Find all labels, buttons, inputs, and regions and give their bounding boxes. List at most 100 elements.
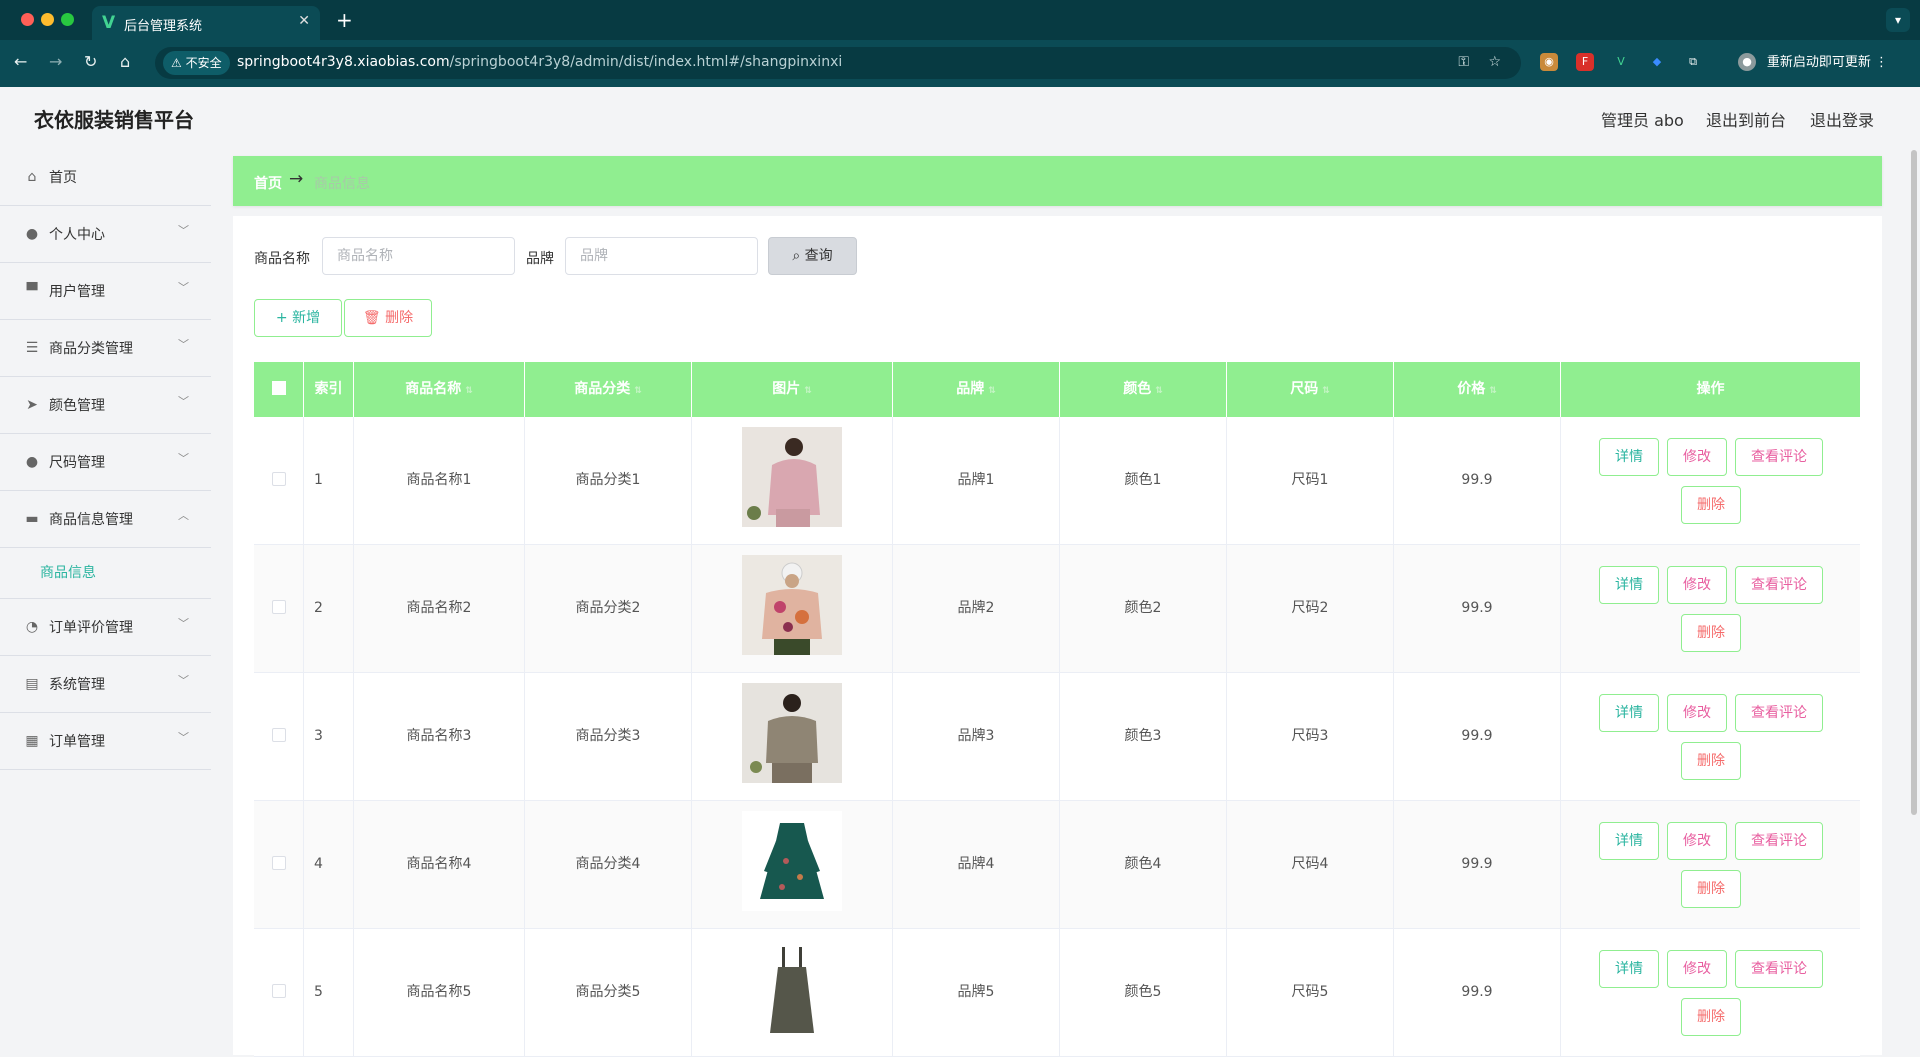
sort-icon[interactable]: ⇅ bbox=[804, 386, 812, 396]
detail-button[interactable]: 详情 bbox=[1599, 566, 1659, 604]
header-color[interactable]: 颜色 ⇅ bbox=[1060, 362, 1227, 417]
product-thumbnail[interactable] bbox=[742, 427, 842, 527]
breadcrumb: 首页 → 商品信息 bbox=[233, 156, 1882, 206]
size-cell: 尺码2 bbox=[1227, 545, 1394, 672]
vue-favicon-icon: V bbox=[102, 13, 116, 33]
row-delete-button[interactable]: 删除 bbox=[1681, 742, 1741, 780]
row-checkbox[interactable] bbox=[271, 727, 286, 742]
sidebar-item-order-management[interactable]: ▦ 订单管理 ﹀ bbox=[0, 713, 211, 770]
select-all-checkbox[interactable] bbox=[271, 380, 286, 395]
header-product-name[interactable]: 商品名称 ⇅ bbox=[354, 362, 525, 417]
price-cell: 99.9 bbox=[1394, 545, 1561, 672]
new-tab-icon[interactable]: + bbox=[336, 8, 353, 32]
batch-delete-button[interactable]: 🗑 删除 bbox=[344, 299, 432, 337]
sidebar-item-personal-center[interactable]: ● 个人中心 ﹀ bbox=[0, 206, 211, 263]
view-reviews-button[interactable]: 查看评论 bbox=[1735, 438, 1823, 476]
tab-search-chevron-icon[interactable]: ▾ bbox=[1886, 8, 1910, 32]
logout-link[interactable]: 退出登录 bbox=[1810, 107, 1874, 131]
extension-diamond-icon[interactable]: ◆ bbox=[1648, 53, 1666, 71]
extensions-puzzle-icon[interactable]: ⧉ bbox=[1684, 53, 1702, 71]
extension-fe-icon[interactable]: F bbox=[1576, 53, 1594, 71]
extension-owl-icon[interactable]: ◉ bbox=[1540, 53, 1558, 71]
row-delete-button[interactable]: 删除 bbox=[1681, 870, 1741, 908]
edit-button[interactable]: 修改 bbox=[1667, 438, 1727, 476]
view-reviews-button[interactable]: 查看评论 bbox=[1735, 950, 1823, 988]
update-button[interactable]: 重新启动即可更新 ⋮ bbox=[1755, 48, 1900, 78]
profile-avatar-icon[interactable]: ● bbox=[1738, 53, 1756, 71]
sort-icon[interactable]: ⇅ bbox=[988, 386, 996, 396]
sidebar-item-system-management[interactable]: ▤ 系统管理 ﹀ bbox=[0, 656, 211, 713]
sidebar-item-label: 个人中心 bbox=[49, 227, 105, 243]
back-arrow-icon[interactable]: ← bbox=[14, 52, 27, 71]
bookmark-star-icon[interactable]: ☆ bbox=[1488, 54, 1501, 70]
header-brand[interactable]: 品牌 ⇅ bbox=[893, 362, 1060, 417]
close-window-button[interactable] bbox=[21, 13, 34, 26]
product-name-cell: 商品名称5 bbox=[354, 929, 525, 1056]
row-delete-button[interactable]: 删除 bbox=[1681, 614, 1741, 652]
view-reviews-button[interactable]: 查看评论 bbox=[1735, 694, 1823, 732]
brand-label: 品牌 bbox=[526, 251, 554, 267]
view-reviews-button[interactable]: 查看评论 bbox=[1735, 822, 1823, 860]
edit-button[interactable]: 修改 bbox=[1667, 566, 1727, 604]
sort-icon[interactable]: ⇅ bbox=[634, 386, 642, 396]
sort-icon[interactable]: ⇅ bbox=[1489, 386, 1497, 396]
row-delete-button[interactable]: 删除 bbox=[1681, 998, 1741, 1036]
chevron-down-icon: ﹀ bbox=[178, 452, 189, 465]
detail-button[interactable]: 详情 bbox=[1599, 950, 1659, 988]
forward-arrow-icon[interactable]: → bbox=[49, 52, 62, 71]
edit-button[interactable]: 修改 bbox=[1667, 694, 1727, 732]
view-reviews-button[interactable]: 查看评论 bbox=[1735, 566, 1823, 604]
header-actions: 操作 bbox=[1561, 362, 1860, 417]
sidebar-item-user-management[interactable]: ▀ 用户管理 ﹀ bbox=[0, 263, 211, 320]
sidebar-item-order-review-management[interactable]: ◔ 订单评价管理 ﹀ bbox=[0, 599, 211, 656]
sidebar-item-home[interactable]: ⌂ 首页 bbox=[0, 149, 211, 206]
product-thumbnail[interactable] bbox=[742, 555, 842, 655]
sort-icon[interactable]: ⇅ bbox=[465, 386, 473, 396]
row-checkbox[interactable] bbox=[271, 471, 286, 486]
detail-button[interactable]: 详情 bbox=[1599, 694, 1659, 732]
not-secure-badge[interactable]: ⚠ 不安全 bbox=[163, 51, 230, 75]
key-icon[interactable]: ⚿ bbox=[1458, 54, 1469, 70]
query-button[interactable]: ⌕ 查询 bbox=[768, 237, 857, 275]
edit-button[interactable]: 修改 bbox=[1667, 950, 1727, 988]
exit-to-front-link[interactable]: 退出到前台 bbox=[1706, 107, 1786, 131]
header-category[interactable]: 商品分类 ⇅ bbox=[525, 362, 692, 417]
row-delete-button[interactable]: 删除 bbox=[1681, 486, 1741, 524]
product-thumbnail[interactable] bbox=[742, 939, 842, 1039]
row-checkbox[interactable] bbox=[271, 983, 286, 998]
sidebar-item-category-management[interactable]: ☰ 商品分类管理 ﹀ bbox=[0, 320, 211, 377]
maximize-window-button[interactable] bbox=[61, 13, 74, 26]
detail-button[interactable]: 详情 bbox=[1599, 822, 1659, 860]
tab-close-icon[interactable]: ✕ bbox=[298, 13, 310, 29]
sort-icon[interactable]: ⇅ bbox=[1322, 386, 1330, 396]
extension-vue-icon[interactable]: V bbox=[1612, 53, 1630, 71]
sidebar-item-color-management[interactable]: ➤ 颜色管理 ﹀ bbox=[0, 377, 211, 434]
browser-tab-active[interactable]: V 后台管理系统 ✕ bbox=[92, 6, 320, 40]
address-bar[interactable]: ⚠ 不安全 springboot4r3y8.xiaobias.com/sprin… bbox=[155, 47, 1521, 79]
row-checkbox[interactable] bbox=[271, 599, 286, 614]
product-name-input[interactable] bbox=[322, 237, 515, 275]
row-checkbox[interactable] bbox=[271, 855, 286, 870]
product-thumbnail[interactable] bbox=[742, 683, 842, 783]
header-price[interactable]: 价格 ⇅ bbox=[1394, 362, 1561, 417]
product-thumbnail[interactable] bbox=[742, 811, 842, 911]
detail-button[interactable]: 详情 bbox=[1599, 438, 1659, 476]
minimize-window-button[interactable] bbox=[41, 13, 54, 26]
header-size[interactable]: 尺码 ⇅ bbox=[1227, 362, 1394, 417]
edit-button[interactable]: 修改 bbox=[1667, 822, 1727, 860]
sidebar-item-label: 商品信息管理 bbox=[49, 512, 133, 528]
reload-icon[interactable]: ↻ bbox=[84, 52, 97, 71]
url-text[interactable]: springboot4r3y8.xiaobias.com/springboot4… bbox=[237, 54, 842, 70]
sidebar-item-size-management[interactable]: ● 尺码管理 ﹀ bbox=[0, 434, 211, 491]
app-header: 衣依服装销售平台 管理员 abo 退出到前台 退出登录 bbox=[0, 87, 1920, 149]
brand-input[interactable] bbox=[565, 237, 758, 275]
sort-icon[interactable]: ⇅ bbox=[1155, 386, 1163, 396]
home-browser-icon[interactable]: ⌂ bbox=[120, 52, 130, 71]
sidebar-subitem-product-info[interactable]: 商品信息 bbox=[0, 548, 211, 599]
breadcrumb-home-link[interactable]: 首页 bbox=[254, 173, 282, 193]
sidebar-menu: ⌂ 首页 ● 个人中心 ﹀ ▀ 用户管理 ﹀ ☰ 商品分类管理 ﹀ ➤ 颜色管理… bbox=[0, 149, 211, 770]
page-scrollbar[interactable] bbox=[1911, 150, 1917, 815]
add-button[interactable]: + 新增 bbox=[254, 299, 342, 337]
sidebar-item-product-info-management[interactable]: ▬ 商品信息管理 ︿ bbox=[0, 491, 211, 548]
header-image[interactable]: 图片 ⇅ bbox=[692, 362, 893, 417]
